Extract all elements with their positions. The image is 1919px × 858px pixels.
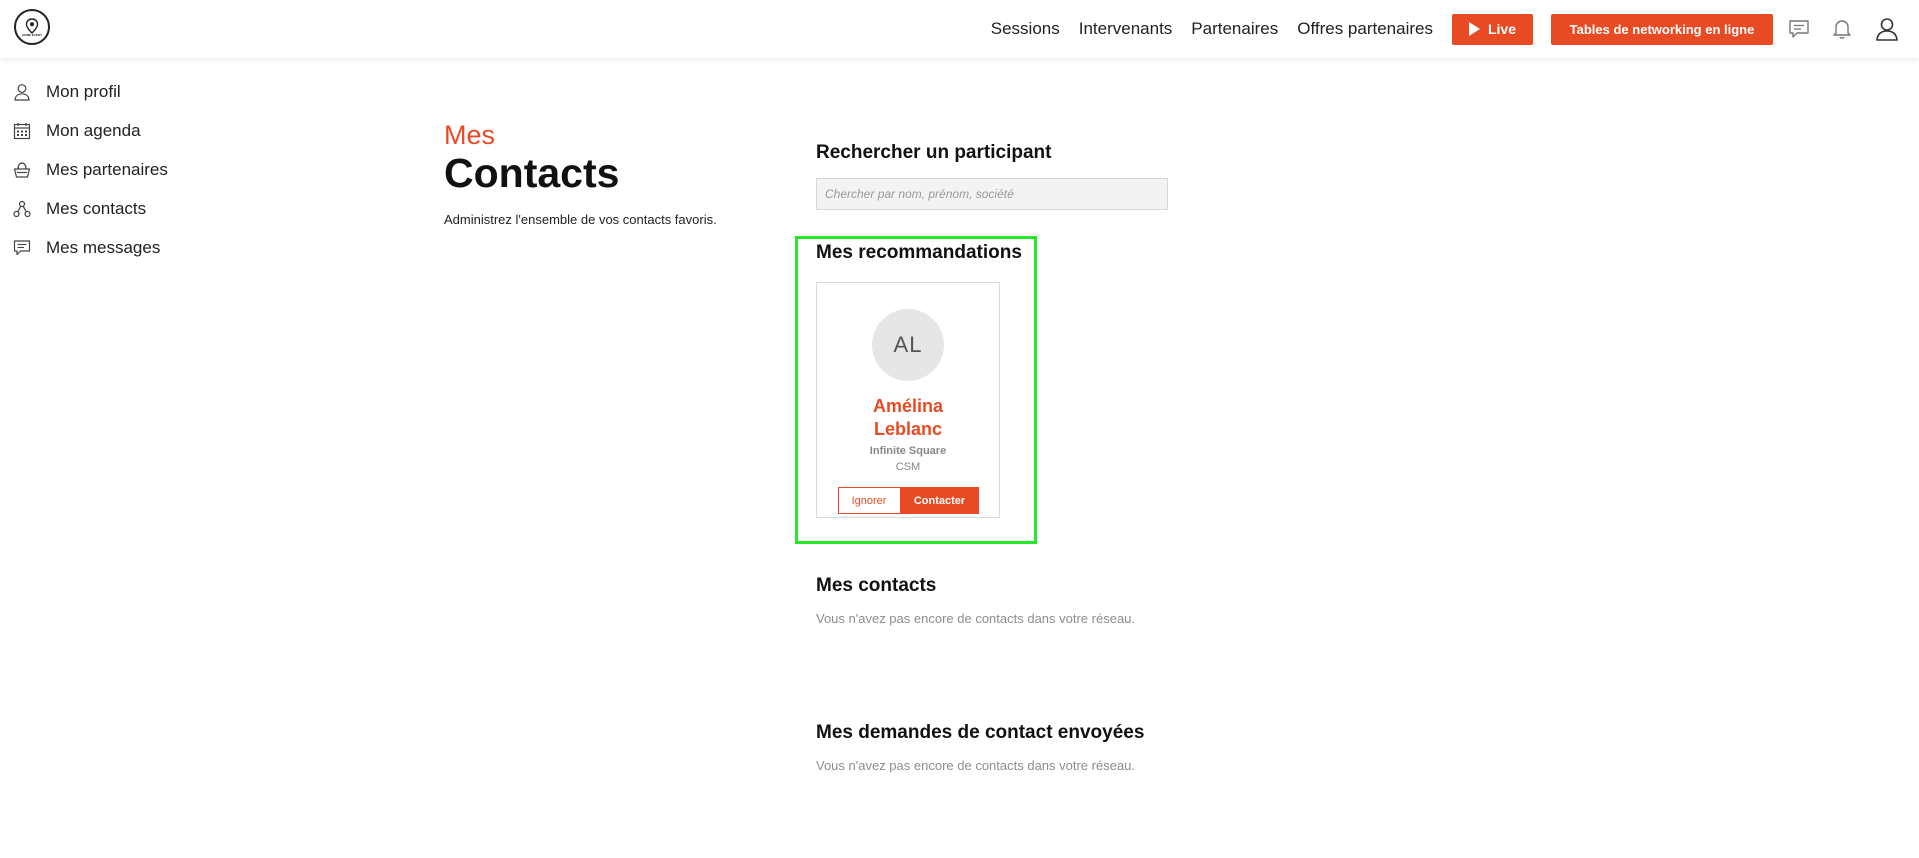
- calendar-icon: [12, 121, 32, 141]
- contacts-title: Mes contacts: [816, 575, 937, 596]
- sidebar-item-label: Mon agenda: [46, 120, 141, 140]
- user-account-icon[interactable]: [1873, 15, 1901, 43]
- logo[interactable]: HOME EVENT: [14, 9, 50, 45]
- sent-requests-empty-message: Vous n'avez pas encore de contacts dans …: [816, 758, 1136, 773]
- nav-offres-partenaires[interactable]: Offres partenaires: [1297, 19, 1433, 39]
- avatar: AL: [872, 309, 944, 381]
- search-input[interactable]: [816, 178, 1168, 210]
- bell-icon[interactable]: [1830, 17, 1854, 41]
- page-title: Contacts: [444, 150, 620, 196]
- card-actions: Ignorer Contacter: [817, 487, 999, 514]
- contact-company: Infinite Square: [869, 445, 947, 457]
- user-icon: [12, 82, 32, 102]
- top-bar: HOME EVENT Sessions Intervenants Partena…: [0, 0, 1919, 58]
- contact-button[interactable]: Contacter: [900, 487, 979, 514]
- location-pin-icon: [25, 17, 39, 34]
- recommendations-title: Mes recommandations: [816, 242, 1022, 263]
- chat-icon[interactable]: [1787, 17, 1811, 41]
- network-icon: [12, 199, 32, 219]
- live-button[interactable]: Live: [1452, 13, 1533, 45]
- sidebar-item-messages[interactable]: Mes messages: [0, 228, 240, 267]
- contacts-empty-message: Vous n'avez pas encore de contacts dans …: [816, 611, 1136, 626]
- search-section: Rechercher un participant: [816, 142, 1168, 210]
- ignore-button[interactable]: Ignorer: [837, 487, 901, 514]
- sidebar-item-label: Mes partenaires: [46, 159, 168, 179]
- recommendation-card: AL Amélina Leblanc Infinite Square CSM I…: [816, 282, 1000, 518]
- nav-partenaires[interactable]: Partenaires: [1191, 19, 1278, 39]
- sidebar-item-label: Mes messages: [46, 237, 161, 257]
- sent-requests-section: Mes demandes de contact envoyées Vous n'…: [816, 722, 1144, 773]
- contact-last-name: Leblanc: [873, 419, 943, 439]
- sidebar: Mon profil Mon agenda Mes partenaires Me…: [0, 72, 240, 267]
- search-title: Rechercher un participant: [816, 142, 1052, 163]
- contacts-section: Mes contacts Vous n'avez pas encore de c…: [816, 575, 1135, 626]
- contact-name[interactable]: Amélina Leblanc: [817, 395, 999, 441]
- nav-intervenants[interactable]: Intervenants: [1079, 19, 1173, 39]
- sidebar-item-agenda[interactable]: Mon agenda: [0, 111, 240, 150]
- sidebar-item-contacts[interactable]: Mes contacts: [0, 189, 240, 228]
- page-description: Administrez l'ensemble de vos contacts f…: [444, 212, 717, 227]
- sent-requests-title: Mes demandes de contact envoyées: [816, 722, 1145, 743]
- contact-role: CSM: [895, 461, 921, 473]
- basket-icon: [12, 160, 32, 180]
- page-title-prefix: Mes: [444, 120, 496, 150]
- sidebar-item-profil[interactable]: Mon profil: [0, 72, 240, 111]
- play-icon: [1468, 22, 1480, 36]
- main-nav: Sessions Intervenants Partenaires Offres…: [991, 0, 1919, 58]
- sidebar-item-label: Mes contacts: [46, 198, 147, 218]
- live-label: Live: [1487, 21, 1516, 37]
- message-icon: [12, 238, 32, 258]
- networking-tables-button[interactable]: Tables de networking en ligne: [1551, 13, 1773, 45]
- sidebar-item-partenaires[interactable]: Mes partenaires: [0, 150, 240, 189]
- sidebar-item-label: Mon profil: [46, 81, 121, 101]
- nav-sessions[interactable]: Sessions: [991, 19, 1060, 39]
- logo-text: HOME EVENT: [22, 32, 42, 37]
- contact-first-name: Amélina: [872, 396, 944, 416]
- page-heading: Mes Contacts Administrez l'ensemble de v…: [444, 120, 717, 227]
